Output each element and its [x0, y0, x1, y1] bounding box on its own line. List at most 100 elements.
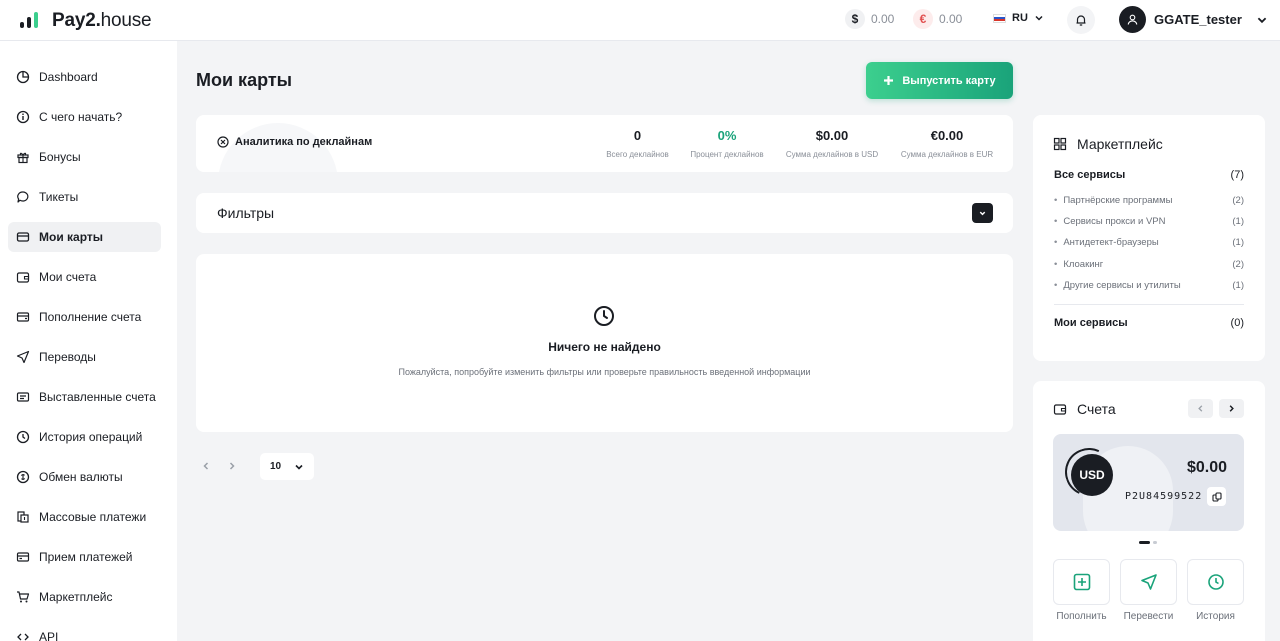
- stat-decline-percent: 0% Процент деклайнов: [690, 128, 764, 159]
- account-amount: $0.00: [1186, 459, 1227, 476]
- sidebar-item-dashboard[interactable]: Dashboard: [8, 62, 161, 92]
- marketplace-category[interactable]: Партнёрские программы(2): [1054, 195, 1244, 206]
- empty-title: Ничего не найдено: [548, 340, 661, 354]
- chat-icon: [17, 191, 29, 203]
- account-number: P2U84599522: [1125, 491, 1203, 502]
- stat-declines-usd: $0.00 Сумма деклайнов в USD: [785, 128, 879, 159]
- chevron-down-icon: [295, 464, 303, 470]
- analytics-toggle[interactable]: Аналитика по деклайнам: [217, 136, 372, 148]
- cart-icon: [17, 591, 30, 603]
- sidebar-item-marketplace[interactable]: Маркетплейс: [8, 582, 161, 612]
- next-page-button[interactable]: [224, 458, 240, 474]
- marketplace-title: Маркетплейс: [1053, 136, 1163, 152]
- info-icon: [16, 110, 30, 124]
- sidebar-item-deposit[interactable]: Пополнение счета: [8, 302, 161, 332]
- chevron-down-icon: [1257, 17, 1267, 23]
- sidebar-item-tickets[interactable]: Тикеты: [8, 182, 161, 212]
- account-card[interactable]: USD $0.00 P2U84599522: [1053, 434, 1244, 531]
- logo[interactable]: Pay2.house: [20, 10, 152, 32]
- sidebar-item-bonuses[interactable]: Бонусы: [8, 142, 161, 172]
- currency-badge: USD: [1071, 454, 1113, 496]
- api-icon: [17, 633, 29, 641]
- user-icon: [1127, 14, 1138, 25]
- stat-total-declines: 0 Всего деклайнов: [606, 128, 669, 159]
- sidebar-item-my-cards[interactable]: Мои карты: [8, 222, 161, 252]
- marketplace-category[interactable]: Антидетект-браузеры(1): [1054, 237, 1244, 248]
- exchange-icon: [16, 470, 30, 484]
- per-page-select[interactable]: 10: [260, 453, 314, 480]
- sidebar-item-history[interactable]: История операций: [8, 422, 161, 452]
- receive-icon: [16, 552, 30, 562]
- mass-payments-icon: [17, 511, 29, 523]
- chevron-right-icon: [229, 462, 235, 470]
- usd-balance[interactable]: $ 0.00: [845, 9, 894, 29]
- gift-icon: [17, 152, 29, 164]
- declines-analytics-card: Аналитика по деклайнам 0 Всего деклайнов…: [196, 115, 1013, 172]
- stat-declines-eur: €0.00 Сумма деклайнов в EUR: [900, 128, 994, 159]
- russia-flag-icon: [993, 13, 1006, 23]
- marketplace-panel: Маркетплейс Все сервисы(7) Партнёрские п…: [1033, 115, 1265, 361]
- filters-panel[interactable]: Фильтры: [196, 193, 1013, 233]
- language-label: RU: [1012, 12, 1028, 24]
- clock-icon: [594, 306, 614, 326]
- wallet-icon: [1053, 404, 1067, 415]
- top-header: Pay2.house $ 0.00 € 0.00 RU GGATE_tester: [0, 0, 1280, 41]
- deposit-icon: [16, 312, 30, 322]
- usd-balance-value: 0.00: [871, 12, 895, 26]
- sidebar-item-receive-payments[interactable]: Прием платежей: [8, 542, 161, 572]
- history-action[interactable]: История: [1187, 559, 1244, 622]
- empty-state: Ничего не найдено Пожалуйста, попробуйте…: [196, 254, 1013, 432]
- page-title: Мои карты: [196, 70, 293, 90]
- logo-text: Pay2.house: [52, 10, 152, 31]
- filters-title: Фильтры: [217, 205, 275, 221]
- eur-balance-value: 0.00: [939, 12, 963, 26]
- sidebar-item-api[interactable]: API: [8, 622, 161, 641]
- logo-mark-icon: [20, 11, 46, 31]
- chart-pie-icon: [16, 70, 30, 84]
- dollar-icon: $: [845, 9, 865, 29]
- marketplace-category[interactable]: Клоакинг(2): [1054, 259, 1244, 270]
- sidebar-item-exchange[interactable]: Обмен валюты: [8, 462, 161, 492]
- issue-card-button[interactable]: Выпустить карту: [866, 62, 1013, 99]
- deposit-action[interactable]: Пополнить: [1053, 559, 1110, 622]
- grid-icon: [1053, 137, 1067, 151]
- clock-icon: [1207, 574, 1224, 590]
- accounts-title: Счета: [1053, 401, 1116, 417]
- send-icon: [16, 350, 30, 364]
- accounts-next-button[interactable]: [1219, 399, 1244, 418]
- accounts-panel: Счета USD $0.00 P2U84599522 Пополнить Пе…: [1033, 381, 1265, 641]
- chevron-left-icon: [203, 462, 209, 470]
- copy-account-button[interactable]: [1207, 487, 1226, 506]
- sidebar-item-getting-started[interactable]: С чего начать?: [8, 102, 161, 132]
- marketplace-all-services[interactable]: Все сервисы (7): [1054, 169, 1244, 181]
- invoice-icon: [16, 392, 30, 402]
- sidebar-item-mass-payments[interactable]: Массовые платежи: [8, 502, 161, 532]
- copy-icon: [1211, 491, 1222, 502]
- filters-expand-button[interactable]: [972, 203, 993, 223]
- chevron-down-icon: [979, 211, 986, 215]
- marketplace-category[interactable]: Сервисы прокси и VPN(1): [1054, 216, 1244, 227]
- bell-icon: [1076, 15, 1086, 26]
- send-icon: [1140, 574, 1157, 590]
- prev-page-button[interactable]: [198, 458, 214, 474]
- marketplace-category[interactable]: Другие сервисы и утилиты(1): [1054, 280, 1244, 291]
- marketplace-my-services[interactable]: Мои сервисы (0): [1054, 317, 1244, 329]
- history-icon: [16, 430, 30, 444]
- empty-description: Пожалуйста, попробуйте изменить фильтры …: [398, 367, 811, 377]
- sidebar-item-my-accounts[interactable]: Мои счета: [8, 262, 161, 292]
- sidebar-item-invoices[interactable]: Выставленные счета: [8, 382, 161, 412]
- transfer-action[interactable]: Перевести: [1120, 559, 1177, 622]
- notifications-button[interactable]: [1067, 6, 1095, 34]
- plus-icon: [884, 76, 894, 85]
- chevron-left-icon: [1198, 405, 1203, 412]
- user-menu[interactable]: GGATE_tester: [1119, 6, 1268, 33]
- accounts-prev-button[interactable]: [1188, 399, 1213, 418]
- sidebar: Dashboard С чего начать? Бонусы Тикеты М…: [0, 41, 177, 641]
- sidebar-item-transfers[interactable]: Переводы: [8, 342, 161, 372]
- eur-balance[interactable]: € 0.00: [913, 9, 962, 29]
- chevron-right-icon: [1229, 405, 1234, 412]
- username: GGATE_tester: [1154, 12, 1242, 27]
- chevron-down-icon: [1035, 15, 1043, 21]
- language-selector[interactable]: RU: [993, 12, 1044, 24]
- avatar: [1119, 6, 1146, 33]
